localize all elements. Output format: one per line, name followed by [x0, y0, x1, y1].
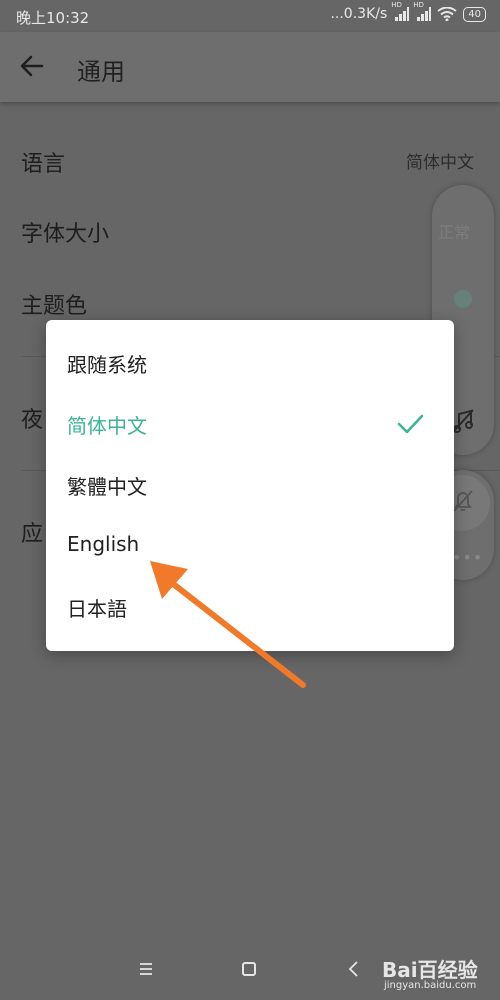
language-option-simplified-chinese[interactable]: 简体中文	[46, 394, 454, 455]
watermark: Bai百经验 jingyan.baidu.com	[382, 954, 478, 991]
language-option-label: English	[67, 532, 140, 556]
theme-color-swatch[interactable]	[454, 290, 472, 308]
wifi-icon	[437, 7, 457, 21]
settings-row-label: 夜	[21, 408, 44, 433]
settings-row-language[interactable]: 语言 简体中文	[0, 124, 500, 194]
settings-row-label: 语言	[21, 152, 66, 177]
check-icon	[397, 414, 424, 434]
navigation-bar: Bai百经验 jingyan.baidu.com	[0, 940, 500, 1000]
language-option-label: 简体中文	[67, 414, 147, 438]
home-icon[interactable]	[242, 962, 256, 976]
signal-icon: HD	[391, 1, 410, 21]
settings-row-label: 字体大小	[21, 222, 110, 247]
font-size-value: 正常	[438, 223, 471, 242]
battery-icon: 40	[463, 6, 486, 22]
settings-row-label: 主题色	[21, 294, 88, 319]
status-bar: 晚上10:32 ...0.3K/s HD HD 40	[0, 0, 500, 32]
language-option-label: 跟随系统	[67, 353, 147, 377]
app-bar: 通用	[0, 32, 500, 102]
network-speed: ...0.3K/s	[330, 6, 388, 22]
settings-row-font-size[interactable]: 字体大小	[0, 194, 500, 264]
nav-back-icon[interactable]	[346, 960, 362, 978]
status-right: ...0.3K/s HD HD 40	[330, 1, 486, 22]
language-option-system[interactable]: 跟随系统	[46, 333, 454, 394]
back-arrow-icon[interactable]	[18, 52, 46, 80]
annotation-arrow-icon	[150, 561, 306, 688]
signal-icon: HD	[413, 1, 432, 21]
language-option-traditional-chinese[interactable]: 繁體中文	[46, 455, 454, 516]
settings-row-value: 简体中文	[406, 153, 474, 173]
watermark-url: jingyan.baidu.com	[384, 980, 477, 991]
status-time: 晚上10:32	[16, 9, 90, 27]
settings-row-label: 应	[21, 522, 44, 547]
menu-icon[interactable]	[138, 962, 154, 976]
language-option-label: 繁體中文	[67, 475, 147, 499]
watermark-brand: Bai百经验	[382, 958, 478, 982]
more-icon[interactable]: •••	[452, 548, 483, 567]
language-option-label: 日本語	[67, 597, 127, 621]
page-title: 通用	[77, 58, 125, 86]
